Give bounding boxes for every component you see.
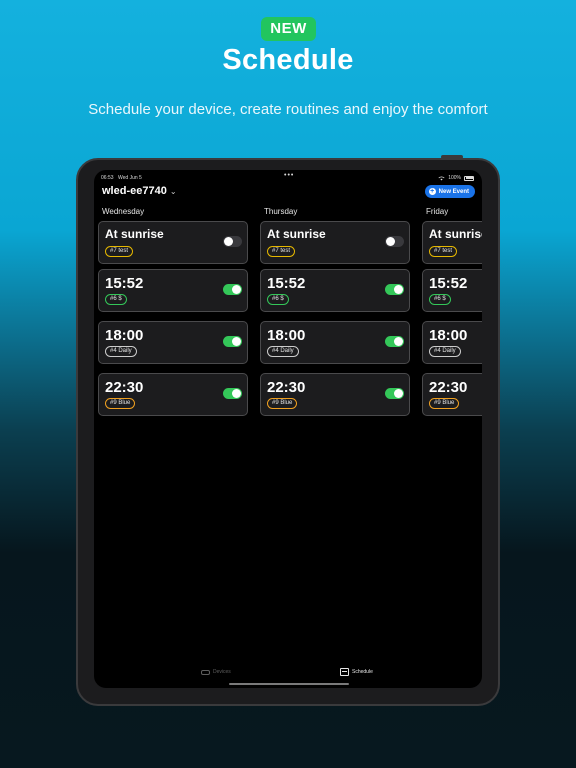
event-toggle[interactable]	[223, 236, 242, 247]
toggle-knob	[224, 237, 233, 246]
event-toggle[interactable]	[223, 284, 242, 295]
preset-tag: #4 Daily	[267, 346, 299, 357]
day-header: Friday	[426, 207, 449, 216]
status-date: Wed Jun 5	[118, 175, 142, 181]
preset-tag: #9 Blue	[429, 398, 460, 409]
event-time: At sunrise	[429, 227, 482, 241]
tab-devices-label: Devices	[213, 669, 231, 675]
event-card[interactable]: 15:52 #6 $	[422, 269, 482, 312]
toggle-knob	[394, 285, 403, 294]
event-time: 18:00	[267, 327, 306, 344]
event-toggle[interactable]	[223, 336, 242, 347]
toggle-knob	[232, 285, 241, 294]
event-time: 22:30	[429, 379, 468, 396]
tab-bar: Devices Schedule	[94, 667, 482, 681]
preset-tag: #7 test	[429, 246, 458, 257]
preset-tag: #9 Blue	[105, 398, 136, 409]
event-card[interactable]: 15:52 #6 $	[260, 269, 410, 312]
new-event-label: New Event	[438, 188, 469, 195]
event-card[interactable]: 18:00 #4 Daily	[98, 321, 248, 364]
tab-schedule-label: Schedule	[352, 669, 373, 675]
event-card[interactable]: At sunrise #7 test	[260, 221, 410, 264]
tablet-side-button	[441, 155, 463, 159]
battery-icon	[464, 175, 474, 181]
event-time: 15:52	[267, 275, 306, 292]
event-toggle[interactable]	[385, 236, 404, 247]
wifi-icon	[438, 175, 445, 180]
event-time: 22:30	[267, 379, 306, 396]
toggle-knob	[394, 389, 403, 398]
event-toggle[interactable]	[223, 388, 242, 399]
status-bar: 06:53 Wed Jun 5 ••• 100%	[94, 172, 482, 184]
status-indicators: 100%	[438, 175, 474, 181]
promo-subtitle: Schedule your device, create routines an…	[88, 101, 488, 118]
preset-tag: #7 test	[105, 246, 134, 257]
preset-tag: #6 $	[429, 294, 451, 305]
toggle-knob	[386, 237, 395, 246]
preset-tag: #9 Blue	[267, 398, 298, 409]
event-toggle[interactable]	[385, 336, 404, 347]
event-card[interactable]: At sunrise #7 test	[422, 221, 482, 264]
event-time: 18:00	[429, 327, 468, 344]
device-name: wled-ee7740	[102, 185, 167, 197]
event-time: At sunrise	[267, 227, 326, 241]
event-card[interactable]: 15:52 #6 $	[98, 269, 248, 312]
calendar-icon	[340, 668, 349, 676]
toggle-knob	[232, 389, 241, 398]
status-time: 06:53	[101, 175, 114, 181]
event-card[interactable]: 18:00 #4 Daily	[422, 321, 482, 364]
multitask-dots-icon[interactable]: •••	[284, 172, 294, 179]
chevron-down-icon: ⌄	[169, 186, 177, 196]
app-screen: 06:53 Wed Jun 5 ••• 100% wled-ee7740 ⌄ +…	[94, 170, 482, 688]
event-card[interactable]: 22:30 #9 Blue	[422, 373, 482, 416]
event-toggle[interactable]	[385, 388, 404, 399]
plus-circle-icon: +	[428, 188, 436, 195]
event-time: 15:52	[105, 275, 144, 292]
event-card[interactable]: 18:00 #4 Daily	[260, 321, 410, 364]
toggle-knob	[232, 337, 241, 346]
tab-schedule[interactable]: Schedule	[340, 668, 373, 676]
event-card[interactable]: At sunrise #7 test	[98, 221, 248, 264]
event-time: 15:52	[429, 275, 468, 292]
event-card[interactable]: 22:30 #9 Blue	[98, 373, 248, 416]
day-header: Wednesday	[102, 207, 145, 216]
toggle-knob	[394, 337, 403, 346]
new-event-button[interactable]: + New Event	[424, 185, 475, 198]
event-toggle[interactable]	[385, 284, 404, 295]
tab-devices[interactable]: Devices	[201, 669, 231, 675]
new-badge: NEW	[261, 17, 316, 41]
preset-tag: #6 $	[267, 294, 289, 305]
preset-tag: #6 $	[105, 294, 127, 305]
day-header: Thursday	[264, 207, 298, 216]
home-indicator[interactable]	[229, 683, 349, 685]
preset-tag: #4 Daily	[105, 346, 137, 357]
event-card[interactable]: 22:30 #9 Blue	[260, 373, 410, 416]
preset-tag: #7 test	[267, 246, 296, 257]
battery-percent: 100%	[448, 175, 461, 181]
device-selector[interactable]: wled-ee7740 ⌄	[102, 185, 177, 197]
promo-title: Schedule	[222, 44, 354, 76]
event-time: At sunrise	[105, 227, 164, 241]
devices-icon	[201, 669, 210, 675]
event-time: 22:30	[105, 379, 144, 396]
event-time: 18:00	[105, 327, 144, 344]
preset-tag: #4 Daily	[429, 346, 461, 357]
